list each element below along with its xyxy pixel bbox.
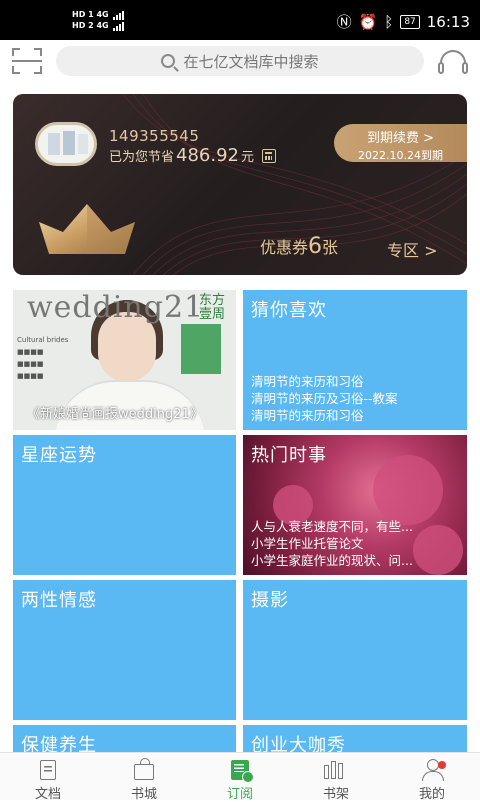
alarm-icon: ⏰	[358, 12, 378, 31]
tab-label: 书城	[130, 787, 157, 802]
sim2-label: HD 2 4G	[72, 21, 109, 30]
tile-guess-you-like[interactable]: 猜你喜欢 清明节的来历和习俗 清明节的来历及习俗--教案 清明节的来历和习俗	[243, 290, 467, 430]
tile-title: 摄影	[251, 590, 289, 611]
savings-text: 已为您节省 486.92 元	[109, 145, 277, 166]
status-time: 16:13	[426, 12, 470, 31]
tile-relationships[interactable]: 两性情感	[13, 580, 236, 720]
search-input[interactable]: 在七亿文档库中搜索	[56, 46, 424, 76]
list-item[interactable]: 清明节的来历和习俗	[251, 407, 398, 424]
coupon-suffix: 张	[322, 238, 339, 257]
tile-horoscope[interactable]: 星座运势	[13, 435, 236, 575]
status-right: Ⓝ ⏰ ᛒ 87 16:13	[337, 11, 470, 32]
tile-hot-news[interactable]: 热门时事 人与人衰老速度不同，有些... 小学生作业托管论文 小学生家庭作业的现…	[243, 435, 467, 575]
savings-prefix: 已为您节省	[109, 150, 175, 165]
document-icon	[40, 760, 56, 780]
tile-wedding-magazine[interactable]: wedding21 东方 壹周 Cultural brides ■■■■ ■■■■ ■…	[13, 290, 236, 430]
subscribe-icon	[231, 760, 254, 783]
search-icon	[161, 54, 176, 68]
tab-label: 订阅	[226, 787, 253, 802]
scan-icon[interactable]	[12, 48, 42, 74]
tab-bookshelf[interactable]: 书架	[288, 753, 384, 802]
tile-title: 两性情感	[21, 590, 97, 611]
status-bar: HD 1 4G HD 2 4G Ⓝ ⏰ ᛒ 87 16:13	[0, 0, 480, 40]
nfc-icon: Ⓝ	[336, 13, 352, 31]
bluetooth-icon: ᛒ	[384, 12, 394, 31]
vip-card[interactable]: 149355545 已为您节省 486.92 元 到期续费 > 2022.10.…	[13, 94, 467, 275]
crown-icon	[39, 204, 135, 254]
tile-title: 猜你喜欢	[251, 300, 327, 321]
savings-unit: 元	[241, 150, 255, 165]
coupon-prefix: 优惠券	[260, 238, 309, 257]
list-item[interactable]: 小学生家庭作业的现状、问...	[251, 552, 413, 569]
magazine-caption: 《新娘婚尚画报wedding21》	[27, 407, 203, 422]
coupon-count: 6	[308, 234, 323, 259]
list-item[interactable]: 人与人衰老速度不同，有些...	[251, 518, 413, 535]
tab-bookstore[interactable]: 书城	[96, 753, 192, 802]
renew-label: 到期续费 >	[366, 131, 435, 146]
tile-title: 热门时事	[251, 445, 327, 466]
coupon-info[interactable]: 优惠券6张	[260, 234, 338, 259]
sim1-label: HD 1 4G	[72, 10, 109, 19]
signal-bars-icon	[112, 10, 124, 20]
list-item[interactable]: 小学生作业托管论文	[251, 535, 413, 552]
tab-subscribe[interactable]: 订阅	[192, 753, 288, 802]
tile-photography[interactable]: 摄影	[243, 580, 467, 720]
top-bar: 在七亿文档库中搜索	[0, 40, 480, 84]
list-item[interactable]: 清明节的来历及习俗--教案	[251, 390, 398, 407]
bottom-tab-bar: 文档 书城 订阅 书架 我的	[0, 752, 480, 802]
headset-icon[interactable]	[438, 50, 468, 74]
tile-lines: 清明节的来历和习俗 清明节的来历及习俗--教案 清明节的来历和习俗	[251, 373, 398, 424]
notification-dot	[438, 761, 446, 769]
savings-amount: 486.92	[176, 145, 239, 166]
tile-title: 星座运势	[21, 445, 97, 466]
masthead-side: 东方 壹周	[199, 293, 226, 322]
expire-date: 2022.10.24到期	[358, 149, 443, 162]
tab-profile[interactable]: 我的	[384, 753, 480, 802]
signal-indicators: HD 1 4G HD 2 4G	[72, 9, 124, 31]
tab-documents[interactable]: 文档	[0, 753, 96, 802]
renew-button[interactable]: 到期续费 > 2022.10.24到期	[334, 124, 467, 162]
tab-label: 书架	[322, 787, 349, 802]
calculator-icon[interactable]	[262, 149, 277, 163]
tab-label: 文档	[34, 787, 61, 802]
tile-lines: 人与人衰老速度不同，有些... 小学生作业托管论文 小学生家庭作业的现状、问..…	[251, 518, 413, 569]
magazine-badge	[181, 324, 221, 374]
signal-bars-icon	[112, 21, 124, 31]
shopping-bag-icon	[134, 758, 154, 780]
tab-label: 我的	[418, 787, 445, 802]
list-item[interactable]: 清明节的来历和习俗	[251, 373, 398, 390]
user-id: 149355545	[109, 127, 200, 145]
zone-link[interactable]: 专区 >	[387, 237, 438, 261]
avatar[interactable]	[35, 122, 97, 166]
bookshelf-icon	[324, 761, 348, 779]
battery-icon: 87	[400, 14, 420, 29]
search-placeholder: 在七亿文档库中搜索	[183, 52, 319, 71]
